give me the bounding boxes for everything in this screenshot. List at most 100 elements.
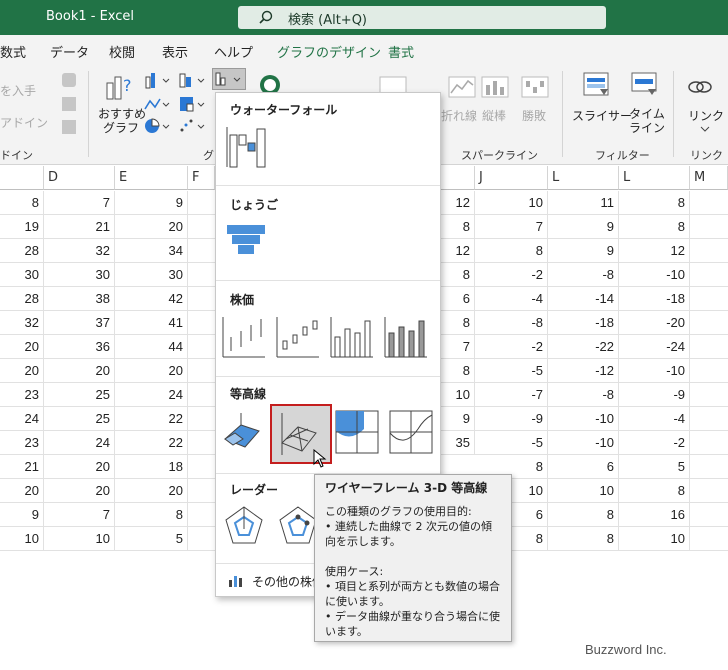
cell[interactable]: 8 <box>548 503 619 527</box>
cell[interactable]: -8 <box>548 263 619 287</box>
cell[interactable]: -2 <box>475 335 548 359</box>
sparkline-line-icon[interactable] <box>448 73 476 101</box>
cell[interactable]: 28 <box>0 287 44 311</box>
surface-3d-thumbnail-icon[interactable] <box>221 409 267 455</box>
cell[interactable]: 16 <box>619 503 690 527</box>
slicer-button[interactable]: スライサー <box>572 107 632 124</box>
cell[interactable]: 30 <box>0 263 44 287</box>
cell[interactable]: 20 <box>115 359 188 383</box>
cell[interactable]: -5 <box>475 431 548 455</box>
get-addins-label[interactable]: を入手 <box>0 82 36 99</box>
cell[interactable]: 24 <box>115 383 188 407</box>
cell[interactable]: -7 <box>475 383 548 407</box>
cell[interactable]: 20 <box>44 455 115 479</box>
cell[interactable]: 7 <box>44 503 115 527</box>
scatter-chart-icon[interactable] <box>178 117 208 135</box>
radar-thumbnail-icon[interactable] <box>221 503 267 549</box>
column-header[interactable] <box>0 166 44 190</box>
cell[interactable]: 10 <box>619 527 690 551</box>
cell[interactable]: 8 <box>441 263 475 287</box>
stock-ohlc-thumbnail-icon[interactable] <box>275 313 321 359</box>
sparkline-column-icon[interactable] <box>481 73 509 101</box>
cell[interactable]: -2 <box>475 263 548 287</box>
tab-chart-design[interactable]: グラフのデザイン <box>277 42 381 61</box>
cell[interactable]: 8 <box>441 311 475 335</box>
cell[interactable]: 5 <box>619 455 690 479</box>
cell[interactable]: 7 <box>475 215 548 239</box>
sparkline-winloss-label[interactable]: 勝敗 <box>522 107 546 124</box>
cell[interactable]: 18 <box>115 455 188 479</box>
wireframe-contour-thumbnail-icon[interactable] <box>388 409 434 455</box>
cell[interactable]: 8 <box>441 359 475 383</box>
tab-review[interactable]: 校閲 <box>109 42 135 61</box>
cell[interactable]: -8 <box>548 383 619 407</box>
cell[interactable]: 32 <box>0 311 44 335</box>
hierarchy-chart-icon[interactable] <box>178 95 208 113</box>
column-header[interactable]: D <box>44 166 115 190</box>
cell[interactable]: 23 <box>0 383 44 407</box>
stock-hlc-thumbnail-icon[interactable] <box>221 313 267 359</box>
stock-volume-ohlc-thumbnail-icon[interactable] <box>383 313 429 359</box>
cell[interactable]: 12 <box>441 239 475 263</box>
cell[interactable]: -20 <box>619 311 690 335</box>
search-box[interactable]: 検索 (Alt+Q) <box>238 6 606 29</box>
column-header[interactable] <box>441 166 475 190</box>
cell[interactable]: 20 <box>0 359 44 383</box>
line-chart-icon[interactable] <box>143 95 173 113</box>
column-header[interactable]: M <box>690 166 728 190</box>
cell[interactable]: 5 <box>115 527 188 551</box>
cell[interactable]: 8 <box>619 479 690 503</box>
cell[interactable]: -14 <box>548 287 619 311</box>
cell[interactable]: 7 <box>44 191 115 215</box>
cell[interactable]: 35 <box>441 431 475 455</box>
cell[interactable]: -18 <box>619 287 690 311</box>
cell[interactable]: -8 <box>475 311 548 335</box>
cell[interactable]: 30 <box>115 263 188 287</box>
funnel-thumbnail-icon[interactable] <box>223 217 269 263</box>
cell[interactable]: 8 <box>548 527 619 551</box>
cell[interactable]: -22 <box>548 335 619 359</box>
column-header[interactable]: L <box>619 166 690 190</box>
tab-format[interactable]: 書式 <box>388 42 414 61</box>
cell[interactable]: 8 <box>619 191 690 215</box>
sparkline-winloss-icon[interactable] <box>521 73 549 101</box>
cell[interactable]: -4 <box>475 287 548 311</box>
waterfall-thumbnail-icon[interactable] <box>223 123 269 169</box>
tab-data[interactable]: データ <box>50 42 89 61</box>
cell[interactable]: 41 <box>115 311 188 335</box>
cell[interactable]: -18 <box>548 311 619 335</box>
cell[interactable]: -4 <box>619 407 690 431</box>
cell[interactable]: 19 <box>0 215 44 239</box>
cell[interactable]: -10 <box>548 431 619 455</box>
cell[interactable]: 36 <box>44 335 115 359</box>
tab-help[interactable]: ヘルプ <box>214 42 253 61</box>
cell[interactable]: 24 <box>0 407 44 431</box>
cell[interactable]: 21 <box>44 215 115 239</box>
timeline-button[interactable]: タイム ライン <box>629 107 665 135</box>
cell[interactable]: 20 <box>44 359 115 383</box>
cell[interactable]: 42 <box>115 287 188 311</box>
cell[interactable]: -9 <box>619 383 690 407</box>
cell[interactable]: -12 <box>548 359 619 383</box>
cell[interactable]: -2 <box>619 431 690 455</box>
cell[interactable]: 22 <box>115 431 188 455</box>
cell[interactable]: 8 <box>0 191 44 215</box>
cell[interactable]: 24 <box>44 431 115 455</box>
pie-chart-icon[interactable] <box>143 117 173 135</box>
cell[interactable]: 9 <box>115 191 188 215</box>
cell[interactable]: 7 <box>441 335 475 359</box>
cell[interactable]: 10 <box>44 527 115 551</box>
cell[interactable]: -10 <box>619 359 690 383</box>
cell[interactable]: 11 <box>548 191 619 215</box>
cell[interactable]: 44 <box>115 335 188 359</box>
cell[interactable]: 9 <box>548 239 619 263</box>
cell[interactable]: 20 <box>115 215 188 239</box>
stock-volume-hlc-thumbnail-icon[interactable] <box>329 313 375 359</box>
cell[interactable]: 34 <box>115 239 188 263</box>
cell[interactable]: 25 <box>44 407 115 431</box>
tab-view[interactable]: 表示 <box>162 42 188 61</box>
cell[interactable]: 8 <box>441 215 475 239</box>
bar-chart-icon[interactable] <box>178 71 208 89</box>
cell[interactable]: 22 <box>115 407 188 431</box>
cell[interactable]: -9 <box>475 407 548 431</box>
